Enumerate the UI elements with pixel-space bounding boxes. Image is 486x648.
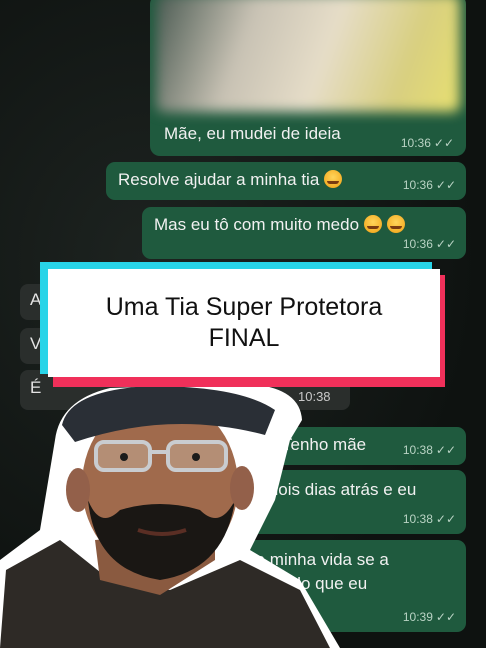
video-frame: Mãe, eu mudei de ideia 10:36 ✓✓ Resolve a… — [0, 0, 486, 648]
message-time: 10:36 ✓✓ — [402, 178, 456, 192]
image-caption: Mãe, eu mudei de ideia — [164, 124, 341, 143]
message-time: 10:39 ✓✓ — [402, 610, 456, 624]
title-card: Uma Tia Super Protetora FINAL — [48, 269, 440, 377]
message-bubble[interactable]: Resolve ajudar a minha tia 10:36 ✓✓ — [106, 162, 466, 200]
image-time: 10:36 ✓✓ — [400, 136, 454, 150]
message-bubble[interactable]: Mas eu tô com muito medo 10:36 ✓✓ — [142, 207, 466, 259]
message-text: Mas eu tô com muito medo — [154, 215, 360, 234]
read-ticks-icon: ✓✓ — [433, 136, 454, 150]
read-ticks-icon: ✓✓ — [435, 178, 456, 192]
message-time: 10:38 ✓✓ — [402, 512, 456, 526]
message-time: 10:36 ✓✓ — [402, 237, 456, 251]
blurred-photo[interactable] — [156, 0, 460, 112]
read-ticks-icon: ✓✓ — [435, 237, 456, 251]
message-time: 10:38 ✓✓ — [402, 443, 456, 457]
narrator-figure — [0, 384, 340, 648]
crying-emoji-icon — [363, 215, 382, 233]
read-ticks-icon: ✓✓ — [435, 610, 456, 624]
crying-emoji-icon — [386, 215, 405, 233]
crying-emoji-icon — [324, 170, 343, 188]
read-ticks-icon: ✓✓ — [435, 443, 456, 457]
video-title: Uma Tia Super Protetora FINAL — [105, 293, 383, 352]
read-ticks-icon: ✓✓ — [435, 512, 456, 526]
image-message-bubble[interactable]: Mãe, eu mudei de ideia 10:36 ✓✓ — [150, 0, 466, 156]
message-text: Resolve ajudar a minha tia — [118, 170, 320, 189]
